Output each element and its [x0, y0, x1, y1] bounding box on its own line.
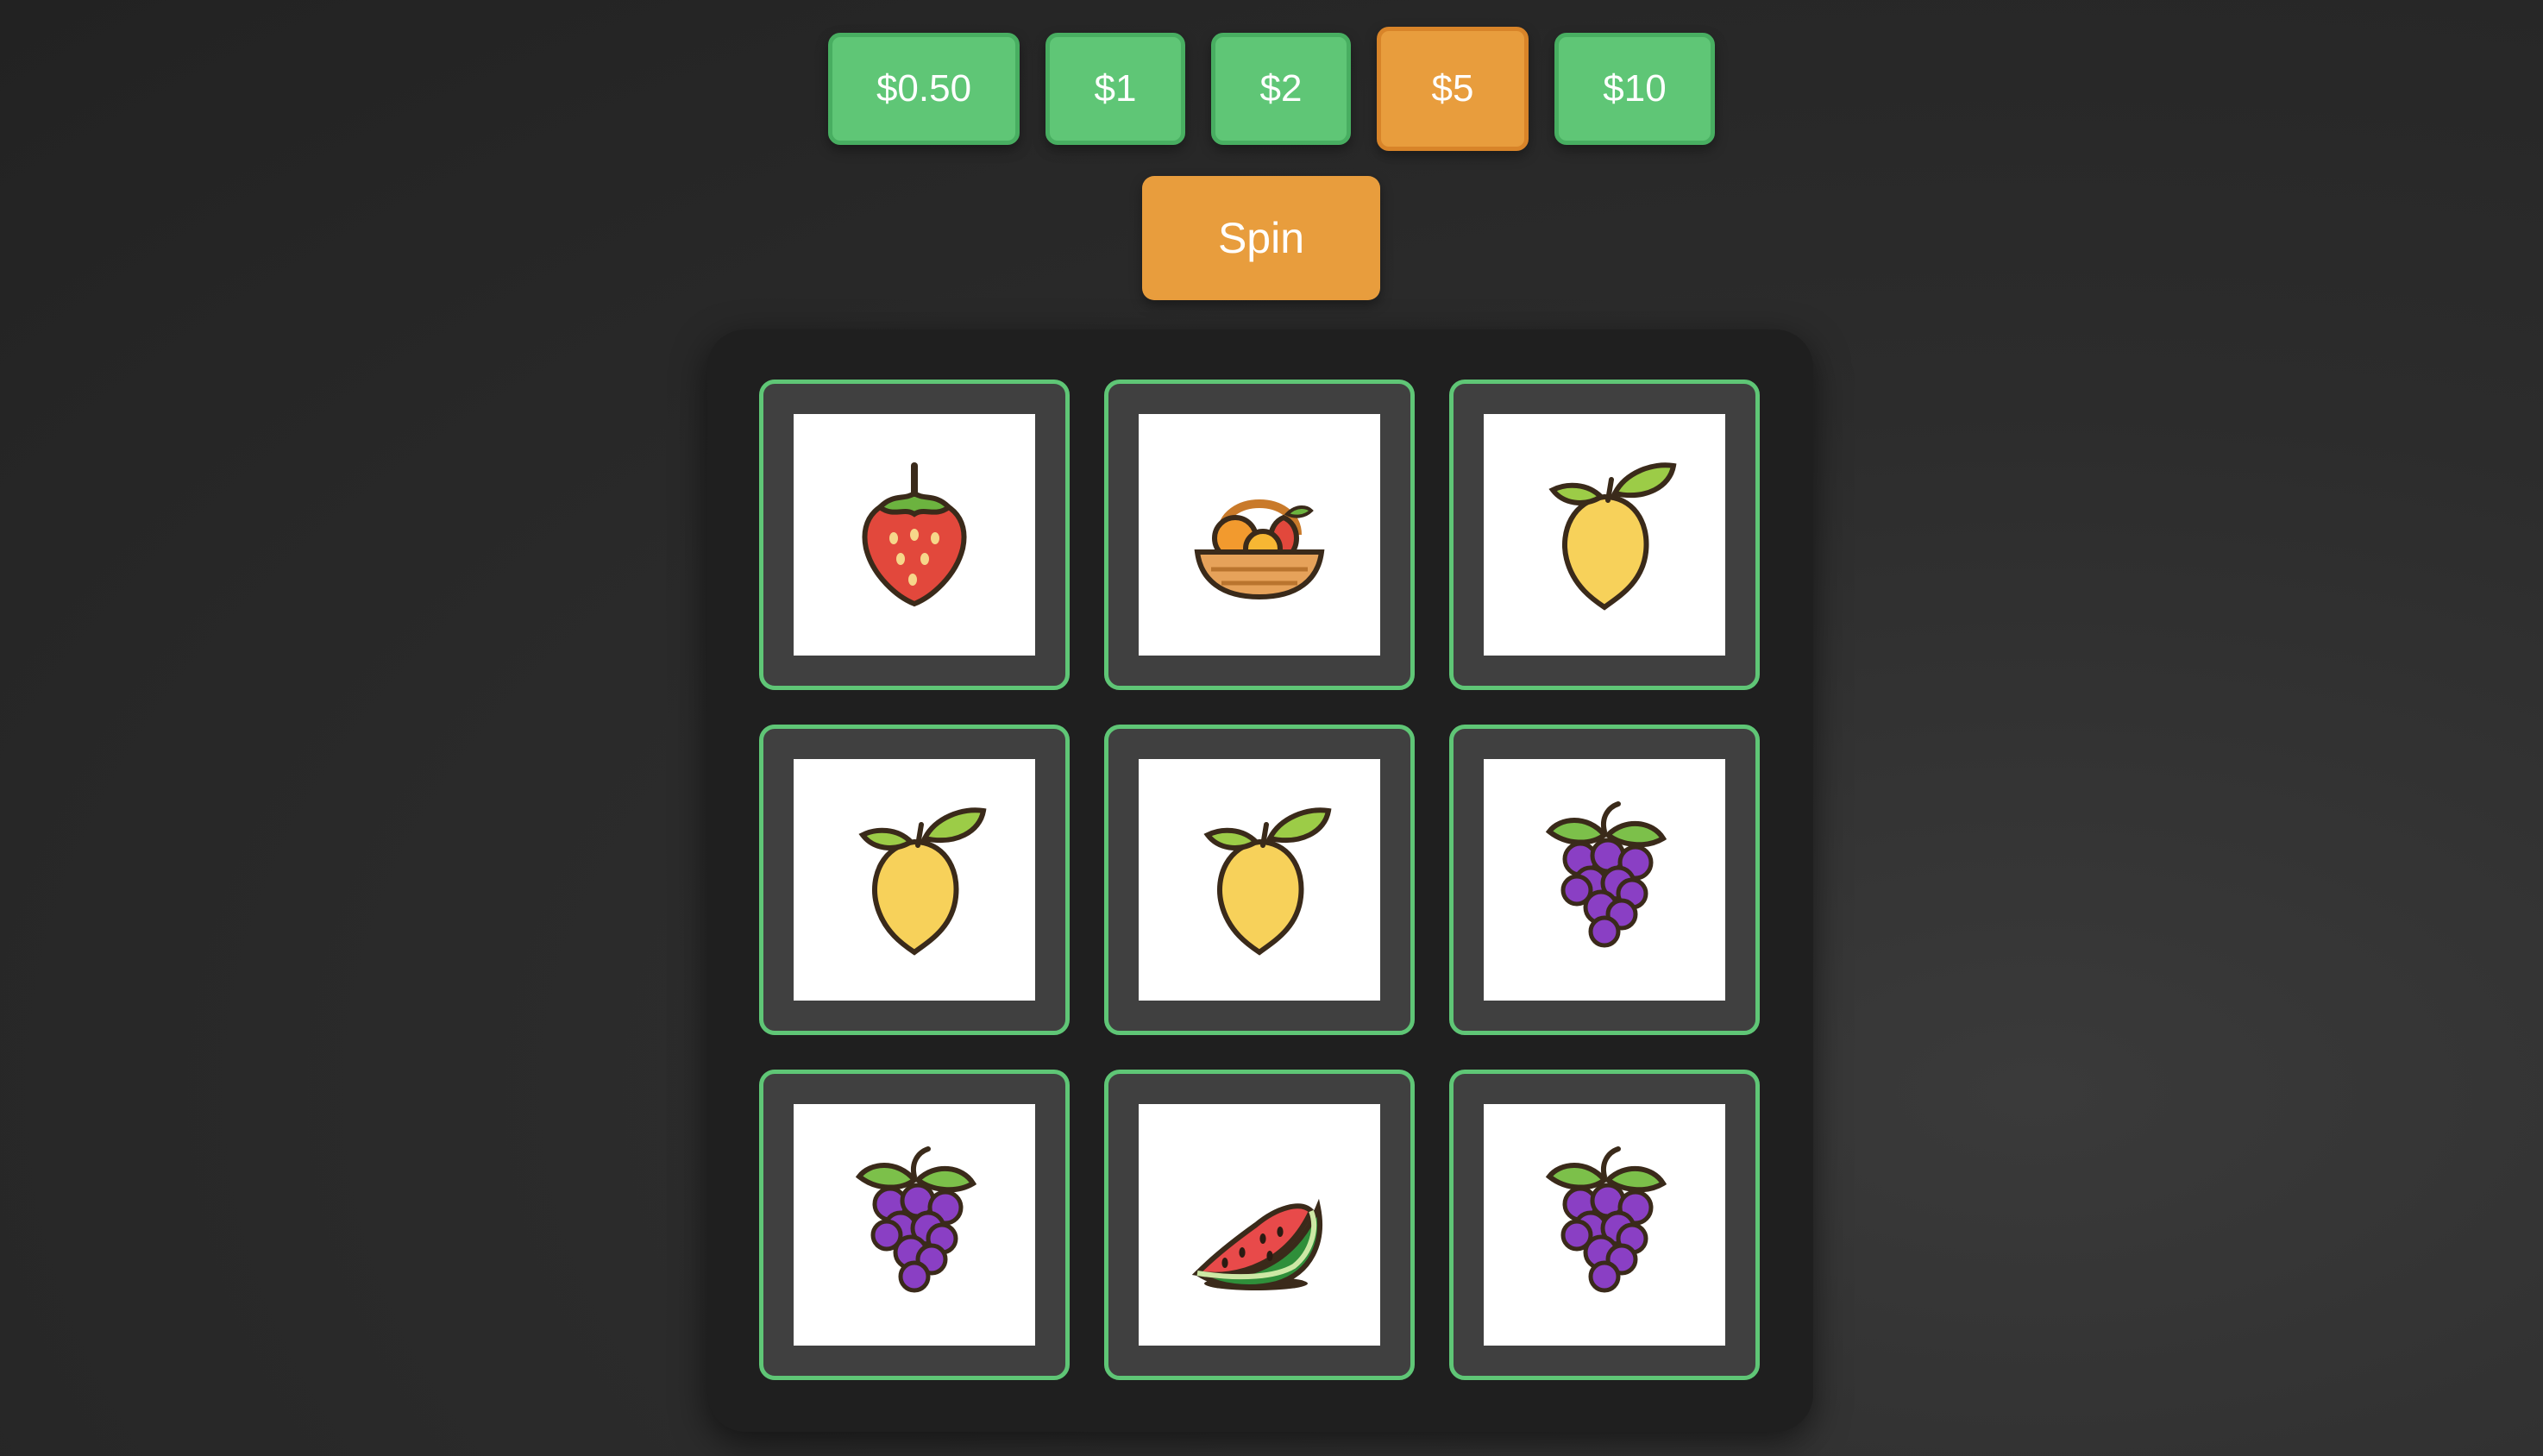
reel-slot — [1449, 380, 1760, 690]
reel-slot — [759, 380, 1070, 690]
lemon-icon — [858, 807, 987, 956]
reel-slot — [1449, 725, 1760, 1035]
spin-button[interactable]: Spin — [1142, 176, 1380, 300]
bet-button-1[interactable]: $1 — [1045, 33, 1185, 145]
reel-slot — [759, 725, 1070, 1035]
strawberry-icon — [862, 462, 967, 607]
bet-button-5[interactable]: $5 — [1377, 27, 1529, 151]
reel-slot — [1104, 1070, 1415, 1380]
reel-slot — [1449, 1070, 1760, 1380]
reel-grid — [759, 380, 1760, 1380]
bet-selector: $0.50 $1 $2 $5 $10 — [0, 27, 2543, 151]
reel-slot — [759, 1070, 1070, 1380]
watermelon-icon — [1191, 1198, 1322, 1290]
grapes-icon — [1545, 1146, 1667, 1293]
slot-machine — [707, 329, 1813, 1432]
bet-button-2[interactable]: $2 — [1211, 33, 1351, 145]
lemon-icon — [1203, 807, 1332, 956]
fruit-basket-icon — [1194, 499, 1325, 600]
bet-button-0-50[interactable]: $0.50 — [828, 33, 1020, 145]
bet-button-10[interactable]: $10 — [1554, 33, 1715, 145]
reel-slot — [1104, 380, 1415, 690]
grapes-icon — [855, 1146, 977, 1293]
grapes-icon — [1545, 801, 1667, 948]
reel-slot — [1104, 725, 1415, 1035]
lemon-icon — [1548, 462, 1677, 611]
